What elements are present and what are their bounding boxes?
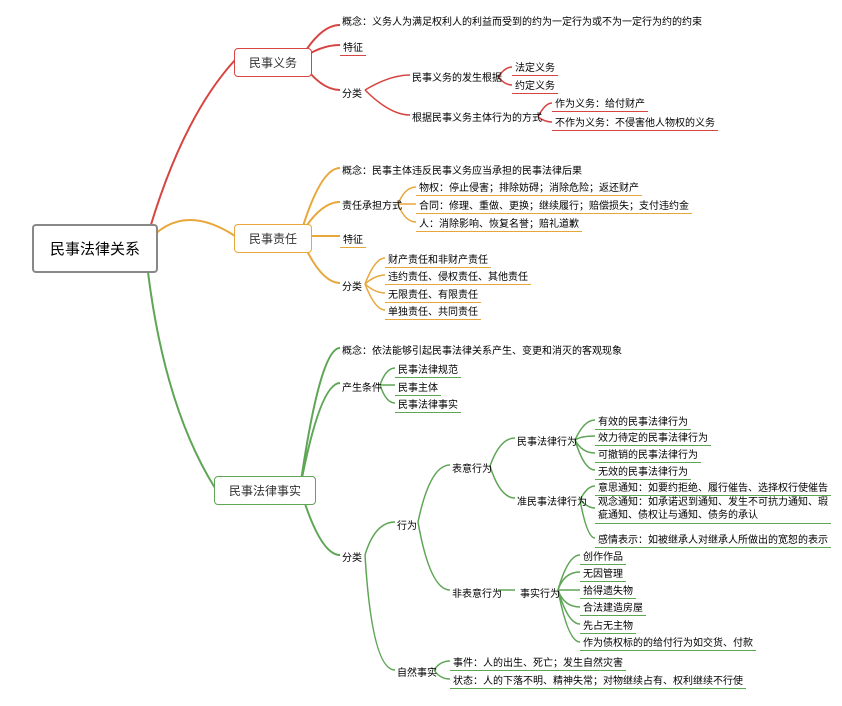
b1-b-c2[interactable]: 不作为义务：不侵害他人物权的义务	[552, 113, 718, 131]
b3-nonexpr: 非表意行为	[450, 584, 504, 601]
b3-fa-c6[interactable]: 作为债权标的的给付行为如交货、付款	[580, 633, 756, 651]
b2-feature[interactable]: 特征	[340, 230, 366, 248]
branch-legal-facts[interactable]: 民事法律事实	[214, 476, 316, 505]
b3-m1-c2[interactable]: 效力待定的民事法律行为	[595, 428, 711, 446]
b1-classify-label: 分类	[340, 84, 364, 101]
b3-factact: 事实行为	[518, 584, 562, 601]
b2-concept: 概念：民事主体违反民事义务应当承担的民事法律后果	[340, 161, 584, 178]
b3-nat-c1[interactable]: 事件：人的出生、死亡；发生自然灾害	[450, 653, 626, 671]
b2-cls-c2[interactable]: 违约责任、侵权责任、其他责任	[385, 267, 531, 285]
b2-cls-c4[interactable]: 单独责任、共同责任	[385, 302, 481, 320]
b3-fa-c3[interactable]: 拾得遗失物	[580, 581, 636, 599]
b3-cond-c3[interactable]: 民事法律事实	[395, 395, 461, 413]
b2-mode-label: 责任承担方式	[340, 196, 404, 213]
b3-fa-c4[interactable]: 合法建造房屋	[580, 598, 646, 616]
b3-natural: 自然事实	[395, 663, 439, 680]
branch-civil-duty[interactable]: 民事义务	[234, 48, 312, 77]
b3-m1-c3[interactable]: 可撤销的民事法律行为	[595, 445, 701, 463]
b3-m2-c2[interactable]: 观念通知：如承诺迟到通知、发生不可抗力通知、瑕疵通知、债权让与通知、债务的承认	[595, 495, 831, 524]
b1-class-b: 根据民事义务主体行为的方式	[410, 108, 544, 125]
b2-classify: 分类	[340, 277, 364, 294]
b1-a-c2[interactable]: 约定义务	[512, 76, 558, 94]
branch-civil-liability[interactable]: 民事责任	[234, 224, 312, 253]
b2-mode-c1[interactable]: 物权：停止侵害；排除妨碍；消除危险；返还财产	[416, 178, 642, 196]
b3-fa-c2[interactable]: 无因管理	[580, 564, 626, 582]
b3-expr-act: 表意行为	[450, 459, 494, 476]
b3-m1: 民事法律行为	[515, 432, 579, 449]
b1-concept-label: 概念：义务人为满足权利人的利益而受到的约为一定行为或不为一定行为约的约束	[340, 12, 704, 29]
b2-cls-c3[interactable]: 无限责任、有限责任	[385, 285, 481, 303]
b1-feature[interactable]: 特征	[340, 38, 366, 56]
b3-m2: 准民事法律行为	[515, 492, 589, 509]
b3-act: 行为	[395, 516, 419, 533]
b3-concept: 概念：依法能够引起民事法律关系产生、变更和消灭的客观现象	[340, 341, 624, 358]
b1-class-a: 民事义务的发生根据	[410, 68, 504, 85]
b1-b-c1[interactable]: 作为义务：给付财产	[552, 94, 648, 112]
b2-cls-c1[interactable]: 财产责任和非财产责任	[385, 250, 491, 268]
b3-conditions: 产生条件	[340, 378, 384, 395]
b3-nat-c2[interactable]: 状态：人的下落不明、精神失常；对物继续占有、权利继续不行使	[450, 671, 746, 689]
b2-mode-c2[interactable]: 合同：修理、重做、更换；继续履行；赔偿损失；支付违约金	[416, 196, 692, 214]
b1-a-c1[interactable]: 法定义务	[512, 58, 558, 76]
b3-m2-c1[interactable]: 意思通知：如要约拒绝、履行催告、选择权行使催告	[595, 478, 831, 496]
b3-fa-c5[interactable]: 先占无主物	[580, 616, 636, 634]
b3-cond-c2[interactable]: 民事主体	[395, 378, 441, 396]
b2-mode-c3[interactable]: 人：消除影响、恢复名誉；赔礼道歉	[416, 214, 582, 232]
b3-cond-c1[interactable]: 民事法律规范	[395, 360, 461, 378]
root-node[interactable]: 民事法律关系	[32, 224, 158, 273]
b3-m2-c3[interactable]: 感情表示：如被继承人对继承人所做出的宽恕的表示	[595, 530, 831, 548]
b3-fa-c1[interactable]: 创作作品	[580, 547, 626, 565]
b3-classify: 分类	[340, 548, 364, 565]
